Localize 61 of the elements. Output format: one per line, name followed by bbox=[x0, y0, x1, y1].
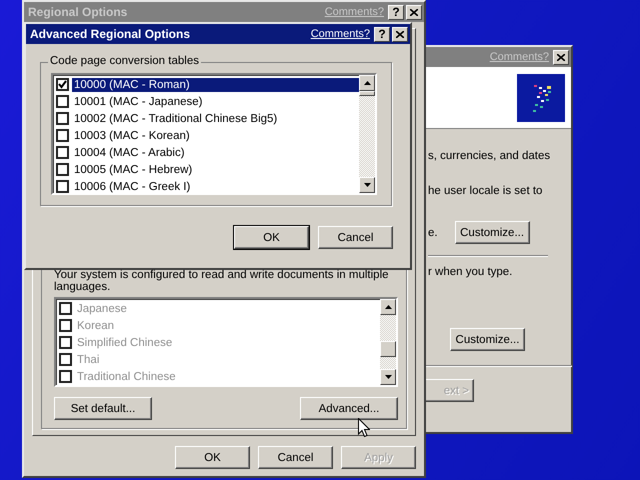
code-page-label: 10006 (MAC - Greek I) bbox=[73, 180, 192, 193]
checkbox[interactable] bbox=[56, 129, 69, 142]
dialog-button[interactable]: Cancel bbox=[318, 226, 393, 249]
code-page-item[interactable]: 10004 (MAC - Arabic) bbox=[56, 144, 359, 161]
checkbox[interactable] bbox=[56, 163, 69, 176]
window-title: Regional Options bbox=[28, 5, 128, 19]
description-text: s, currencies, and dates bbox=[428, 150, 550, 162]
close-icon bbox=[557, 54, 565, 60]
code-page-item[interactable]: 10002 (MAC - Traditional Chinese Big5) bbox=[56, 110, 359, 127]
code-page-label: 10001 (MAC - Japanese) bbox=[73, 94, 204, 108]
advanced-button[interactable]: Advanced... bbox=[300, 397, 398, 420]
set-default-button[interactable]: Set default... bbox=[54, 397, 152, 420]
language-label: Thai bbox=[76, 352, 100, 366]
info-text: Your system is configured to read and write documents in multiple languages. bbox=[54, 269, 390, 293]
globe-grid-icon bbox=[517, 74, 565, 122]
language-label: Japanese bbox=[76, 302, 128, 316]
dialog-button[interactable]: OK bbox=[234, 226, 309, 249]
scroll-thumb[interactable] bbox=[380, 341, 396, 357]
code-page-item[interactable]: 10000 (MAC - Roman) bbox=[56, 76, 359, 93]
code-page-item[interactable]: 10005 (MAC - Hebrew) bbox=[56, 161, 359, 178]
up-arrow-icon bbox=[384, 305, 392, 309]
checkbox[interactable] bbox=[56, 112, 69, 125]
close-icon bbox=[410, 8, 418, 16]
code-page-item[interactable]: 10003 (MAC - Korean) bbox=[56, 127, 359, 144]
scrollbar[interactable] bbox=[380, 299, 396, 385]
window-title: Advanced Regional Options bbox=[30, 27, 190, 41]
scroll-thumb[interactable] bbox=[359, 91, 375, 96]
checkbox[interactable] bbox=[56, 180, 69, 193]
code-page-item[interactable]: 10001 (MAC - Japanese) bbox=[56, 93, 359, 110]
checkbox[interactable] bbox=[56, 78, 69, 91]
customize-button[interactable]: Customize... bbox=[450, 328, 525, 351]
close-button[interactable] bbox=[392, 26, 408, 42]
description-text: r when you type. bbox=[428, 266, 512, 278]
down-arrow-icon bbox=[384, 375, 392, 379]
code-page-label: 10000 (MAC - Roman) bbox=[72, 78, 359, 92]
description-text: e. bbox=[428, 226, 438, 238]
description-text: he user locale is set to bbox=[428, 185, 542, 197]
code-page-list[interactable]: 10000 (MAC - Roman) 10001 (MAC - Japanese) 10002 (MAC - Traditional Chinese Big5) 10003 (MAC - Korean) 10004 (MAC - Arabic) 10005 (MAC - Hebrew) 10006 (MAC - Greek I) bbox=[51, 73, 377, 195]
dialog-button[interactable]: OK bbox=[175, 446, 250, 469]
close-button[interactable] bbox=[553, 50, 569, 64]
comments-link[interactable]: Comments? bbox=[310, 28, 370, 40]
code-page-label: 10002 (MAC - Traditional Chinese Big5) bbox=[73, 112, 278, 126]
dialog-button[interactable]: Cancel bbox=[258, 446, 333, 469]
group-label: Code page conversion tables bbox=[48, 55, 201, 67]
language-label: Traditional Chinese bbox=[76, 370, 177, 384]
language-label: Simplified Chinese bbox=[76, 336, 174, 350]
close-icon bbox=[396, 30, 404, 38]
scrollbar[interactable] bbox=[359, 75, 375, 193]
code-page-label: 10004 (MAC - Arabic) bbox=[73, 146, 186, 160]
code-page-label: 10003 (MAC - Korean) bbox=[73, 128, 191, 142]
checkbox[interactable] bbox=[56, 95, 69, 108]
up-arrow-icon bbox=[364, 81, 370, 85]
down-arrow-icon bbox=[364, 183, 370, 187]
close-button[interactable] bbox=[406, 4, 422, 20]
customize-button[interactable]: Customize... bbox=[454, 221, 530, 244]
language-label: Korean bbox=[76, 318, 116, 332]
help-button[interactable]: ? bbox=[388, 4, 404, 20]
code-page-label: 10005 (MAC - Hebrew) bbox=[73, 162, 194, 176]
checkbox[interactable] bbox=[56, 146, 69, 159]
help-button[interactable]: ? bbox=[374, 26, 390, 42]
code-page-item[interactable]: 10006 (MAC - Greek I) bbox=[56, 178, 359, 193]
